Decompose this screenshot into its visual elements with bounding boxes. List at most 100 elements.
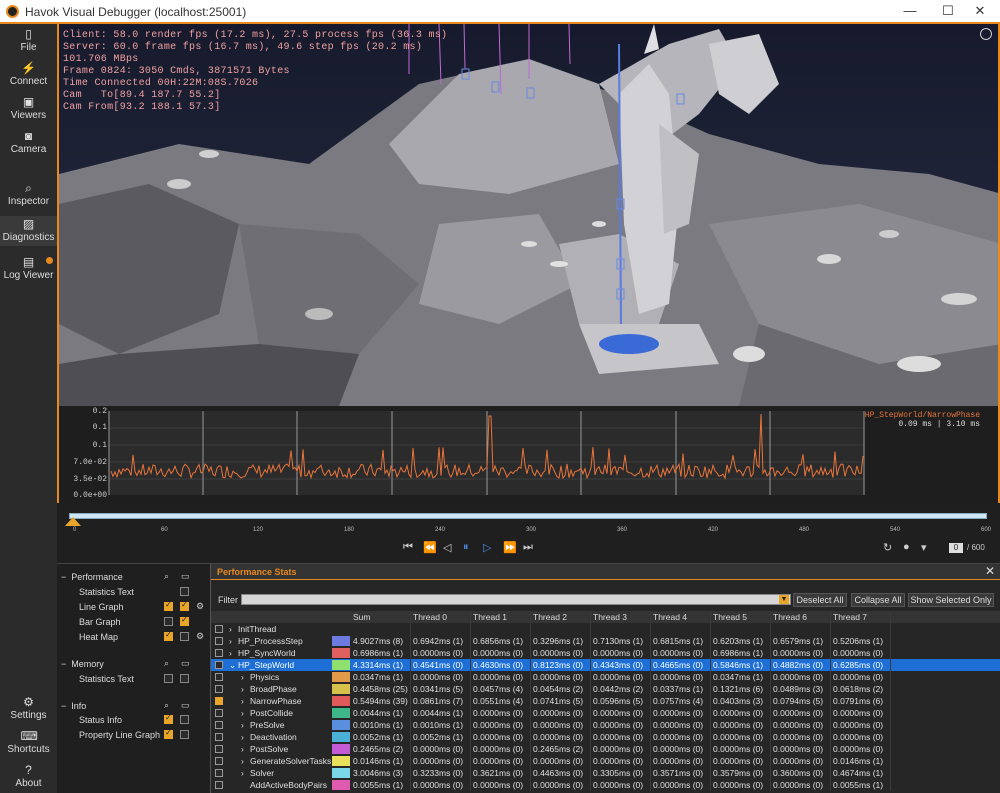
- column-header[interactable]: Thread 0: [411, 611, 471, 623]
- expand-arrow-icon[interactable]: ›: [241, 695, 244, 707]
- skip-to-end-icon[interactable]: ⏭: [523, 541, 533, 554]
- column-header[interactable]: Thread 6: [771, 611, 831, 623]
- table-row[interactable]: ⌄ HP_StepWorld 4.3314ms (1) 0.4541ms (0) 0.4…: [211, 659, 1000, 671]
- table-row[interactable]: › HP_ProcessStep 4.9027ms (8) 0.6942ms (1) 0…: [211, 635, 1000, 647]
- checkbox-memory-statistics[interactable]: [164, 674, 173, 683]
- skip-to-start-icon[interactable]: ⏮: [403, 541, 413, 554]
- timeline-playhead[interactable]: [65, 517, 81, 526]
- color-swatch[interactable]: [332, 768, 350, 778]
- row-checkbox[interactable]: [215, 637, 223, 645]
- color-swatch[interactable]: [332, 732, 350, 742]
- show-selected-only-button[interactable]: Show Selected Only: [908, 593, 994, 607]
- color-swatch[interactable]: [332, 648, 350, 658]
- column-header[interactable]: Thread 7: [831, 611, 891, 623]
- gear-icon[interactable]: ⚙: [196, 601, 204, 612]
- expand-arrow-icon[interactable]: ›: [229, 635, 232, 647]
- column-header[interactable]: Thread 2: [531, 611, 591, 623]
- sidebar-item-inspector[interactable]: ⌕ Inspector: [0, 182, 57, 207]
- row-checkbox[interactable]: [215, 685, 223, 693]
- row-checkbox[interactable]: [215, 721, 223, 729]
- section-performance[interactable]: − Performance: [61, 572, 123, 582]
- sidebar-item-settings[interactable]: ⚙ Settings: [0, 696, 57, 721]
- table-row[interactable]: › PostSolve 0.2465ms (2) 0.0000ms (0) 0.0000…: [211, 743, 1000, 755]
- checkbox-heat-map[interactable]: [164, 630, 173, 641]
- checkbox-bar-graph[interactable]: [164, 617, 173, 626]
- row-checkbox[interactable]: [215, 709, 223, 717]
- chevron-down-icon[interactable]: ▼: [779, 595, 789, 604]
- column-header[interactable]: Thread 4: [651, 611, 711, 623]
- window-icon[interactable]: ▭: [181, 571, 190, 582]
- table-row[interactable]: › PreSolve 0.0010ms (1) 0.0010ms (1) 0.0000m…: [211, 719, 1000, 731]
- row-checkbox[interactable]: [215, 781, 223, 789]
- expand-arrow-icon[interactable]: ›: [229, 623, 232, 635]
- expand-arrow-icon[interactable]: ›: [241, 767, 244, 779]
- color-swatch[interactable]: [332, 684, 350, 694]
- play-reverse-icon[interactable]: ◁: [443, 541, 451, 554]
- sidebar-item-viewers[interactable]: ▣ Viewers: [0, 96, 57, 121]
- window-icon[interactable]: ▭: [181, 700, 190, 711]
- row-checkbox[interactable]: [215, 769, 223, 777]
- color-swatch[interactable]: [332, 660, 350, 670]
- checkbox-property-line-graph[interactable]: [164, 728, 173, 739]
- table-row[interactable]: AddActiveBodyPairs 0.0055ms (1) 0.0000ms (…: [211, 779, 1000, 791]
- filter-input[interactable]: [241, 594, 791, 605]
- sidebar-item-about[interactable]: ? About: [0, 764, 57, 789]
- sidebar-item-diagnostics[interactable]: ▨ Diagnostics: [0, 216, 57, 246]
- expand-arrow-icon[interactable]: ›: [241, 743, 244, 755]
- table-row[interactable]: › Solver 3.0046ms (3) 0.3233ms (0) 0.3621ms …: [211, 767, 1000, 779]
- sidebar-item-camera[interactable]: ◙ Camera: [0, 130, 57, 155]
- filter-icon[interactable]: ⌕: [164, 658, 169, 669]
- viewport-options-icon[interactable]: [980, 28, 992, 40]
- filter-icon[interactable]: ⌕: [164, 700, 169, 711]
- record-icon[interactable]: ●: [903, 541, 910, 553]
- checkbox-line-graph-window[interactable]: [180, 600, 189, 611]
- column-header[interactable]: Thread 1: [471, 611, 531, 623]
- row-checkbox[interactable]: [215, 733, 223, 741]
- expand-arrow-icon[interactable]: ⌄: [229, 659, 236, 671]
- sidebar-item-shortcuts[interactable]: ⌨ Shortcuts: [0, 730, 57, 755]
- expand-arrow-icon[interactable]: ›: [241, 707, 244, 719]
- close-icon[interactable]: ✕: [985, 564, 995, 578]
- collapse-all-button[interactable]: Collapse All: [851, 593, 905, 607]
- expand-arrow-icon[interactable]: ›: [241, 683, 244, 695]
- 3d-viewport[interactable]: Client: 58.0 render fps (17.2 ms), 27.5 …: [57, 24, 1000, 406]
- row-checkbox[interactable]: [215, 649, 223, 657]
- table-row[interactable]: › InitThread: [211, 623, 1000, 635]
- table-row[interactable]: › Physics 0.0347ms (1) 0.0000ms (0) 0.0000ms…: [211, 671, 1000, 683]
- row-checkbox[interactable]: [215, 757, 223, 765]
- row-checkbox[interactable]: [215, 673, 223, 681]
- color-swatch[interactable]: [332, 756, 350, 766]
- expand-arrow-icon[interactable]: ›: [241, 671, 244, 683]
- checkbox-memory-statistics-window[interactable]: [180, 674, 189, 683]
- save-icon[interactable]: ▾: [921, 541, 927, 554]
- column-header[interactable]: Thread 5: [711, 611, 771, 623]
- color-swatch[interactable]: [332, 744, 350, 754]
- window-icon[interactable]: ▭: [181, 658, 190, 669]
- step-back-icon[interactable]: ⏪: [423, 541, 437, 554]
- table-row[interactable]: › BroadPhase 0.4458ms (25) 0.0341ms (5) 0.04…: [211, 683, 1000, 695]
- color-swatch[interactable]: [332, 636, 350, 646]
- color-swatch[interactable]: [332, 708, 350, 718]
- checkbox-statistics-text-window[interactable]: [180, 587, 189, 596]
- color-swatch[interactable]: [332, 672, 350, 682]
- timeline-track[interactable]: [69, 513, 987, 519]
- checkbox-bar-graph-window[interactable]: [180, 615, 189, 626]
- row-checkbox[interactable]: [215, 697, 223, 705]
- table-row[interactable]: › GenerateSolverTasks 0.0146ms (1) 0.0000ms…: [211, 755, 1000, 767]
- deselect-all-button[interactable]: Deselect All: [793, 593, 847, 607]
- checkbox-heat-map-window[interactable]: [180, 632, 189, 641]
- column-header[interactable]: Thread 3: [591, 611, 651, 623]
- row-checkbox[interactable]: [215, 661, 223, 669]
- table-row[interactable]: › Deactivation 0.0052ms (1) 0.0052ms (1) 0.0…: [211, 731, 1000, 743]
- play-icon[interactable]: ▷: [483, 541, 491, 554]
- table-row[interactable]: › PostCollide 0.0044ms (1) 0.0044ms (1) 0.00…: [211, 707, 1000, 719]
- section-info[interactable]: − Info: [61, 701, 86, 711]
- column-header[interactable]: Sum: [351, 611, 411, 623]
- close-window-button[interactable]: ✕: [966, 2, 994, 20]
- expand-arrow-icon[interactable]: ›: [241, 719, 244, 731]
- table-row[interactable]: › NarrowPhase 0.5494ms (39) 0.0861ms (7) 0.0…: [211, 695, 1000, 707]
- table-row[interactable]: › HP_SyncWorld 0.6986ms (1) 0.0000ms (0) 0.0…: [211, 647, 1000, 659]
- section-memory[interactable]: − Memory: [61, 659, 104, 669]
- checkbox-line-graph[interactable]: [164, 600, 173, 611]
- sidebar-item-file[interactable]: ▯ File: [0, 28, 57, 53]
